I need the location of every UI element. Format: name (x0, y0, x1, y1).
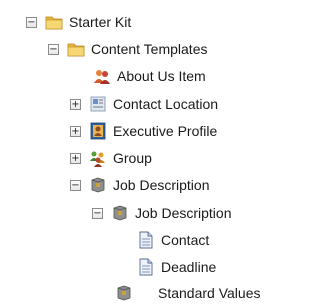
tree-node-label: Contact Location (113, 96, 219, 112)
collapse-toggle[interactable]: − (70, 179, 81, 191)
expand-toggle[interactable]: + (70, 98, 81, 110)
gray-box-icon (115, 284, 133, 302)
collapse-toggle[interactable]: − (92, 207, 103, 219)
people-icon (93, 67, 111, 85)
folder-icon (45, 13, 63, 31)
profile-icon (89, 122, 107, 140)
tree-node-job-description[interactable]: − Job Description (70, 174, 210, 196)
expand-toggle[interactable]: + (70, 152, 81, 164)
document-icon (137, 231, 155, 249)
tree-node-starter-kit[interactable]: − Starter Kit (26, 11, 131, 33)
tree-node-label: Deadline (161, 259, 217, 275)
tree-node-label: Job Description (113, 177, 210, 193)
tree-node-executive-profile[interactable]: + Executive Profile (70, 120, 217, 142)
folder-icon (67, 40, 85, 58)
tree-node-label: Content Templates (91, 41, 208, 57)
collapse-toggle[interactable]: − (26, 16, 37, 28)
tree-node-label: Group (113, 150, 152, 166)
group-icon (89, 149, 107, 167)
tree-node-label: Job Description (135, 205, 232, 221)
tree-node-label: Contact (161, 232, 210, 248)
contact-card-icon (89, 95, 107, 113)
collapse-toggle[interactable]: − (48, 43, 59, 55)
content-tree: − Starter Kit − Content Templates About … (0, 0, 275, 301)
gray-box-icon (89, 176, 107, 194)
tree-node-content-templates[interactable]: − Content Templates (48, 38, 207, 60)
document-icon (137, 258, 155, 276)
tree-node-job-description-child[interactable]: − Job Description (92, 202, 232, 224)
tree-node-deadline[interactable]: Deadline (137, 256, 216, 278)
tree-node-label: About Us Item (117, 68, 206, 84)
gray-box-icon (111, 204, 129, 222)
tree-node-label: Starter Kit (69, 14, 132, 30)
expand-toggle[interactable]: + (70, 125, 81, 137)
tree-node-contact-location[interactable]: + Contact Location (70, 93, 218, 115)
tree-node-label: Executive Profile (113, 123, 218, 139)
tree-node-group[interactable]: + Group (70, 147, 152, 169)
tree-node-standard-values[interactable]: Standard Values (115, 282, 260, 304)
tree-node-contact[interactable]: Contact (137, 229, 209, 251)
tree-node-about-us-item[interactable]: About Us Item (93, 65, 206, 87)
